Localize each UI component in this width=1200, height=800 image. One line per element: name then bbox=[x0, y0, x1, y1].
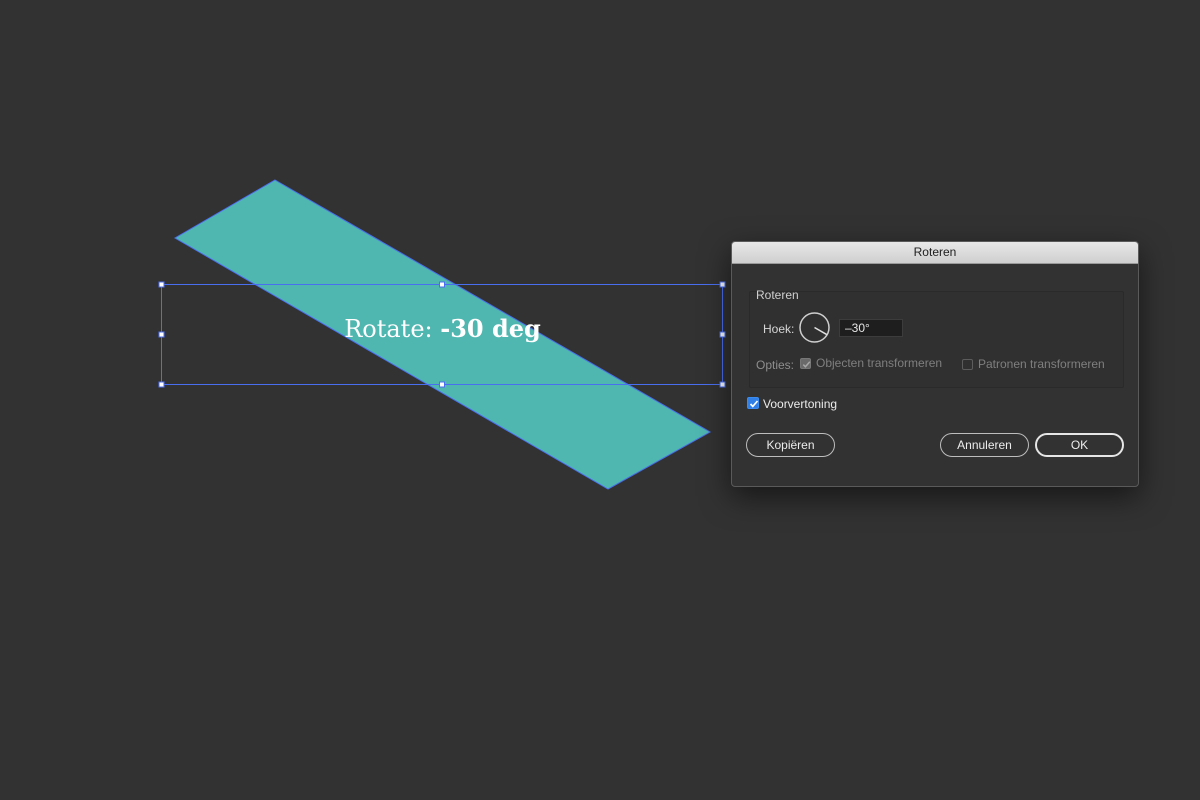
angle-input[interactable] bbox=[839, 319, 903, 337]
rotate-dialog: Roteren Roteren Hoek: Opties: Objecten t… bbox=[731, 241, 1139, 487]
ok-button[interactable]: OK bbox=[1035, 433, 1124, 457]
preview-label: Voorvertoning bbox=[763, 397, 838, 411]
handle-bottom-middle[interactable] bbox=[439, 381, 445, 388]
options-label: Opties: bbox=[756, 358, 795, 372]
checkmark-icon bbox=[749, 400, 759, 408]
dialog-title[interactable]: Roteren bbox=[732, 242, 1138, 264]
handle-top-right[interactable] bbox=[719, 281, 726, 288]
group-title: Roteren bbox=[756, 288, 799, 302]
transform-patterns-checkbox[interactable] bbox=[962, 359, 973, 370]
cancel-button[interactable]: Annuleren bbox=[940, 433, 1029, 457]
angle-label: Hoek: bbox=[763, 322, 795, 336]
angle-dial-icon[interactable] bbox=[799, 312, 830, 343]
preview-checkbox[interactable] bbox=[747, 397, 759, 409]
transform-patterns-label: Patronen transformeren bbox=[978, 357, 1105, 371]
checkmark-icon bbox=[802, 361, 811, 368]
transform-objects-label: Objecten transformeren bbox=[816, 356, 943, 370]
handle-top-middle[interactable] bbox=[439, 281, 445, 288]
canvas-text-label[interactable]: Rotate: -30 deg bbox=[162, 314, 723, 343]
copy-button[interactable]: Kopiëren bbox=[746, 433, 835, 457]
handle-bottom-left[interactable] bbox=[158, 381, 165, 388]
handle-top-left[interactable] bbox=[158, 281, 165, 288]
label-prefix: Rotate: bbox=[344, 315, 433, 343]
handle-bottom-right[interactable] bbox=[719, 381, 726, 388]
label-value: -30 deg bbox=[440, 314, 541, 343]
transform-objects-checkbox[interactable] bbox=[800, 358, 811, 369]
